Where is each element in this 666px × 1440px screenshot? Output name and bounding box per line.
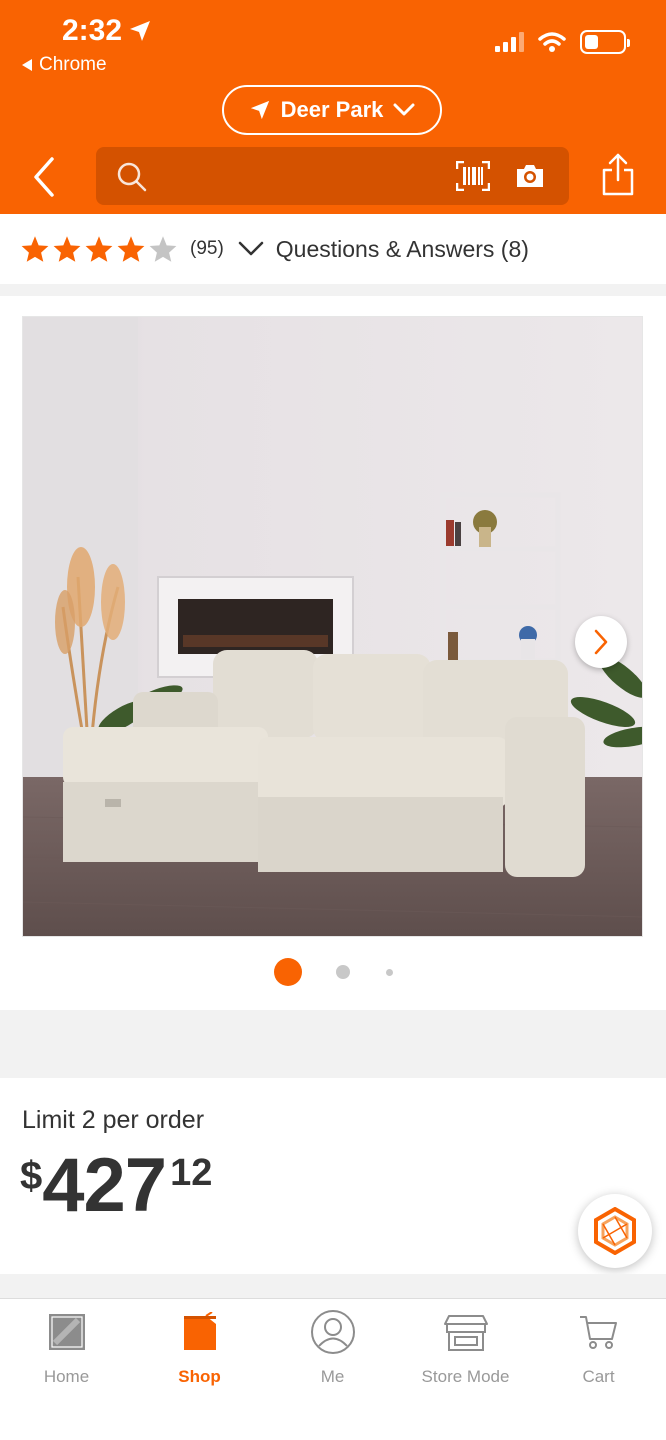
product-gallery (0, 296, 666, 1010)
back-triangle-icon (22, 59, 32, 71)
tab-cart[interactable]: Cart (532, 1309, 665, 1387)
gallery-dot[interactable] (385, 968, 393, 976)
gallery-dot[interactable] (335, 965, 350, 979)
tab-label: Shop (178, 1367, 221, 1386)
search-icon (117, 162, 147, 192)
app-header: 2:32 Chrome Deer Park (0, 0, 666, 214)
star-filled-icon (117, 236, 145, 262)
product-price: $ 427 12 (20, 1144, 212, 1228)
gallery-next-button[interactable] (575, 616, 627, 668)
tab-label: Home (43, 1367, 90, 1386)
tab-store-mode[interactable]: Store Mode (399, 1309, 532, 1387)
tab-home[interactable]: Home (0, 1309, 133, 1387)
star-filled-icon (21, 236, 49, 262)
cell-signal-icon (495, 32, 524, 52)
section-divider (0, 284, 666, 296)
back-button[interactable] (28, 155, 64, 199)
price-card: Limit 2 per order $ 427 12 (0, 1078, 666, 1274)
tab-label: Store Mode (421, 1367, 510, 1386)
bottom-tab-bar: Home Shop Me Store Mode Cart (0, 1298, 666, 1440)
status-indicators (495, 30, 630, 54)
back-to-app-link[interactable]: Chrome (22, 54, 107, 76)
back-app-label: Chrome (39, 54, 107, 75)
tab-label: Cart (582, 1367, 615, 1386)
camera-icon[interactable] (514, 162, 546, 190)
store-icon (443, 1309, 489, 1355)
order-limit: Limit 2 per order (22, 1106, 205, 1134)
location-arrow-icon (250, 100, 269, 120)
tab-label: Me (320, 1367, 345, 1386)
location-arrow-icon (130, 21, 151, 41)
section-divider (0, 1010, 666, 1078)
tab-me[interactable]: Me (266, 1309, 399, 1387)
status-time-text: 2:32 (62, 14, 123, 47)
user-icon (310, 1309, 356, 1355)
wifi-icon (538, 32, 566, 52)
section-divider (0, 1274, 666, 1298)
star-rating[interactable] (20, 235, 178, 263)
chevron-right-icon (594, 629, 608, 655)
gallery-dot-active[interactable] (273, 958, 302, 986)
tab-shop[interactable]: Shop (133, 1309, 266, 1387)
status-time: 2:32 (62, 14, 152, 48)
home-depot-logo-icon (47, 1309, 87, 1355)
share-icon (602, 153, 634, 196)
shop-icon (182, 1309, 218, 1355)
assistant-button[interactable] (578, 1194, 652, 1268)
hexagon-assistant-icon (594, 1207, 636, 1255)
star-empty-icon (149, 236, 177, 262)
chevron-down-icon (393, 103, 415, 116)
share-button[interactable] (598, 152, 638, 198)
chevron-down-icon (238, 241, 264, 256)
sectional-sofa-photo (23, 317, 642, 936)
product-image[interactable] (22, 316, 643, 937)
price-dollars: 427 (42, 1143, 167, 1228)
review-count[interactable]: (95) (190, 238, 224, 260)
chevron-left-icon (34, 157, 54, 197)
barcode-scan-icon[interactable] (456, 161, 490, 191)
price-cents: 12 (170, 1152, 213, 1194)
store-location-label: Deer Park (280, 97, 384, 122)
gallery-pagination (0, 958, 666, 986)
star-filled-icon (85, 236, 113, 262)
price-currency: $ (20, 1154, 43, 1198)
questions-answers-toggle[interactable]: Questions & Answers (8) (238, 236, 529, 263)
star-filled-icon (53, 236, 81, 262)
battery-icon (580, 30, 630, 54)
cart-icon (578, 1309, 620, 1355)
search-input[interactable] (96, 147, 569, 205)
questions-answers-label: Questions & Answers (8) (275, 235, 529, 262)
rating-bar: (95) Questions & Answers (8) (0, 214, 666, 284)
store-location-button[interactable]: Deer Park (222, 85, 442, 135)
